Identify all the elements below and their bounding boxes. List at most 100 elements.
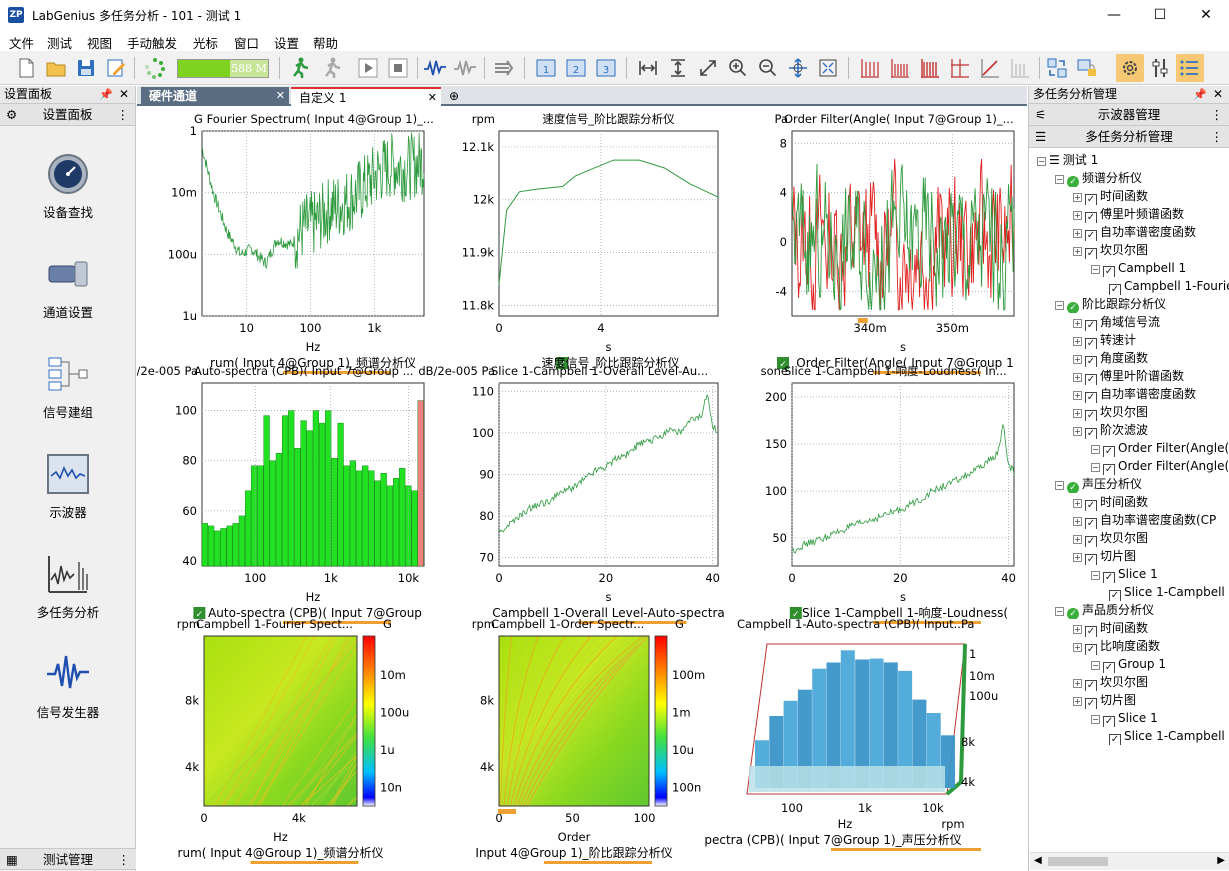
waveform-icon[interactable]	[423, 56, 447, 80]
tools-icon[interactable]	[1148, 56, 1172, 80]
tree-checkbox[interactable]: ✓	[1085, 626, 1097, 637]
tree-checkbox[interactable]: ✓	[1109, 734, 1121, 745]
save-icon[interactable]	[74, 56, 98, 80]
menu-view[interactable]: 视图	[87, 33, 112, 52]
panel-close-icon[interactable]: ✕	[119, 86, 129, 103]
tree-node[interactable]: − ✓ Slice 1	[1029, 709, 1229, 727]
tree-node[interactable]: ✓ Campbell 1-Fourier	[1029, 277, 1229, 295]
tree-checkbox[interactable]: ✓	[1085, 392, 1097, 403]
tree-checkbox[interactable]: ✓	[1085, 698, 1097, 709]
tree-node[interactable]: − ✓ Group 1	[1029, 655, 1229, 673]
menu-manual-trigger[interactable]: 手动触发	[127, 33, 177, 52]
tree-node[interactable]: − ✓ 频谱分析仪	[1029, 169, 1229, 187]
expand-icon[interactable]: +	[1073, 373, 1082, 382]
tree-node[interactable]: + ✓ 坎贝尔图	[1029, 241, 1229, 259]
tree-node[interactable]: + ✓ 傅里叶频谱函数	[1029, 205, 1229, 223]
tree-checkbox[interactable]: ✓	[1103, 464, 1115, 475]
tree-checkbox[interactable]: ✓	[1085, 554, 1097, 565]
tree-node[interactable]: ✓ Slice 1-Campbell	[1029, 583, 1229, 601]
tree-node[interactable]: + ✓ 傅里叶阶谱函数	[1029, 367, 1229, 385]
expand-icon[interactable]: +	[1073, 211, 1082, 220]
chart-dense-icon[interactable]	[918, 56, 942, 80]
swap-icon[interactable]	[1045, 56, 1069, 80]
expand-icon[interactable]: −	[1091, 463, 1100, 472]
collapse-icon[interactable]: −	[1055, 607, 1064, 616]
chart-trend-icon[interactable]	[978, 56, 1002, 80]
minimize-button[interactable]: —	[1091, 0, 1137, 31]
more-options-icon[interactable]: ⋮	[1211, 126, 1224, 147]
signal-group-item[interactable]: 信号建组	[0, 352, 136, 421]
panel-close-icon[interactable]: ✕	[1213, 86, 1223, 103]
expand-icon[interactable]: +	[1073, 229, 1082, 238]
tree-node[interactable]: + ✓ 切片图	[1029, 691, 1229, 709]
arrows-right-icon[interactable]	[492, 56, 516, 80]
tree-checkbox[interactable]: ✓	[1085, 518, 1097, 529]
expand-icon[interactable]: +	[1073, 643, 1082, 652]
tree-node[interactable]: + ✓ 切片图	[1029, 547, 1229, 565]
tree-checkbox[interactable]: ✓	[1085, 410, 1097, 421]
expand-icon[interactable]: +	[1073, 517, 1082, 526]
expand-icon[interactable]: +	[1073, 679, 1082, 688]
more-options-icon[interactable]: ⋮	[1211, 104, 1224, 125]
channel-settings-item[interactable]: 通道设置	[0, 252, 136, 321]
fit-width-icon[interactable]	[636, 56, 660, 80]
oscilloscope-item[interactable]: 示波器	[0, 452, 136, 521]
left-panel-subheader[interactable]: ⚙ 设置面板 ⋮	[0, 104, 135, 126]
expand-icon[interactable]: +	[1073, 553, 1082, 562]
multitask-analysis-item[interactable]: 多任务分析	[0, 552, 136, 621]
collapse-icon[interactable]: −	[1055, 481, 1064, 490]
expand-icon[interactable]: −	[1091, 445, 1100, 454]
zoom-out-icon[interactable]	[756, 56, 780, 80]
expand-icon[interactable]: −	[1091, 571, 1100, 580]
menu-settings[interactable]: 设置	[274, 33, 299, 52]
tree-node[interactable]: − ✓ 声压分析仪	[1029, 475, 1229, 493]
tree-node[interactable]: + ✓ 坎贝尔图	[1029, 403, 1229, 421]
tree-checkbox[interactable]: ✓	[1085, 230, 1097, 241]
expand-icon[interactable]: −	[1091, 715, 1100, 724]
expand-icon[interactable]: −	[1091, 265, 1100, 274]
expand-icon[interactable]: +	[1073, 499, 1082, 508]
chart-bars-icon[interactable]	[888, 56, 912, 80]
fit-height-icon[interactable]	[666, 56, 690, 80]
tree-node[interactable]: + ✓ 比响度函数	[1029, 637, 1229, 655]
chart-clear-icon[interactable]	[1008, 56, 1032, 80]
expand-icon[interactable]: +	[1073, 427, 1082, 436]
tree-checkbox[interactable]: ✓	[1103, 716, 1115, 727]
tree-node[interactable]: + ✓ 自功率谱密度函数(CP	[1029, 511, 1229, 529]
collapse-icon[interactable]: −	[1055, 301, 1064, 310]
test-management-footer[interactable]: ▦ 测试管理 ⋮	[0, 848, 136, 870]
menu-window[interactable]: 窗口	[234, 33, 259, 52]
tree-node[interactable]: + ✓ 坎贝尔图	[1029, 529, 1229, 547]
tree-checkbox[interactable]: ✓	[1085, 536, 1097, 547]
play-icon[interactable]	[356, 56, 380, 80]
tree-checkbox[interactable]: ✓	[1085, 428, 1097, 439]
tree-node[interactable]: + ✓ 时间函数	[1029, 187, 1229, 205]
menu-help[interactable]: 帮助	[313, 33, 338, 52]
scroll-left-icon[interactable]: ◀	[1034, 855, 1042, 866]
tree-node[interactable]: − ✓ 阶比跟踪分析仪	[1029, 295, 1229, 313]
expand-icon[interactable]: +	[1073, 697, 1082, 706]
tree-checkbox[interactable]: ✓	[1085, 212, 1097, 223]
expand-icon[interactable]: +	[1073, 535, 1082, 544]
tree-checkbox[interactable]: ✓	[1085, 644, 1097, 655]
tree-checkbox[interactable]: ✓	[1085, 680, 1097, 691]
expand-icon[interactable]: +	[1073, 391, 1082, 400]
close-button[interactable]: ✕	[1183, 0, 1229, 31]
tree-checkbox[interactable]: ✓	[1085, 320, 1097, 331]
tree-checkbox[interactable]: ✓	[1103, 266, 1115, 277]
layout-3-icon[interactable]: 3	[594, 56, 618, 80]
fit-diagonal-icon[interactable]	[696, 56, 720, 80]
settings-gear-icon[interactable]	[1116, 54, 1144, 82]
tree-node[interactable]: − ✓ Campbell 1	[1029, 259, 1229, 277]
scroll-thumb[interactable]	[1048, 857, 1108, 866]
tree-checkbox[interactable]: ✓	[1109, 284, 1121, 295]
chart-cross-icon[interactable]	[948, 56, 972, 80]
multitask-manager-section[interactable]: ☰ 多任务分析管理 ⋮	[1029, 126, 1229, 148]
tree-node[interactable]: − ✓ Order Filter(Angle(	[1029, 457, 1229, 475]
tree-node[interactable]: + ✓ 转速计	[1029, 331, 1229, 349]
pin-icon[interactable]: 📌	[1193, 86, 1207, 103]
zoom-in-icon[interactable]	[726, 56, 750, 80]
tree-checkbox[interactable]: ✓	[1103, 446, 1115, 457]
tree-checkbox[interactable]: ✓	[1085, 374, 1097, 385]
tree-node[interactable]: ✓ Slice 1-Campbell	[1029, 727, 1229, 745]
